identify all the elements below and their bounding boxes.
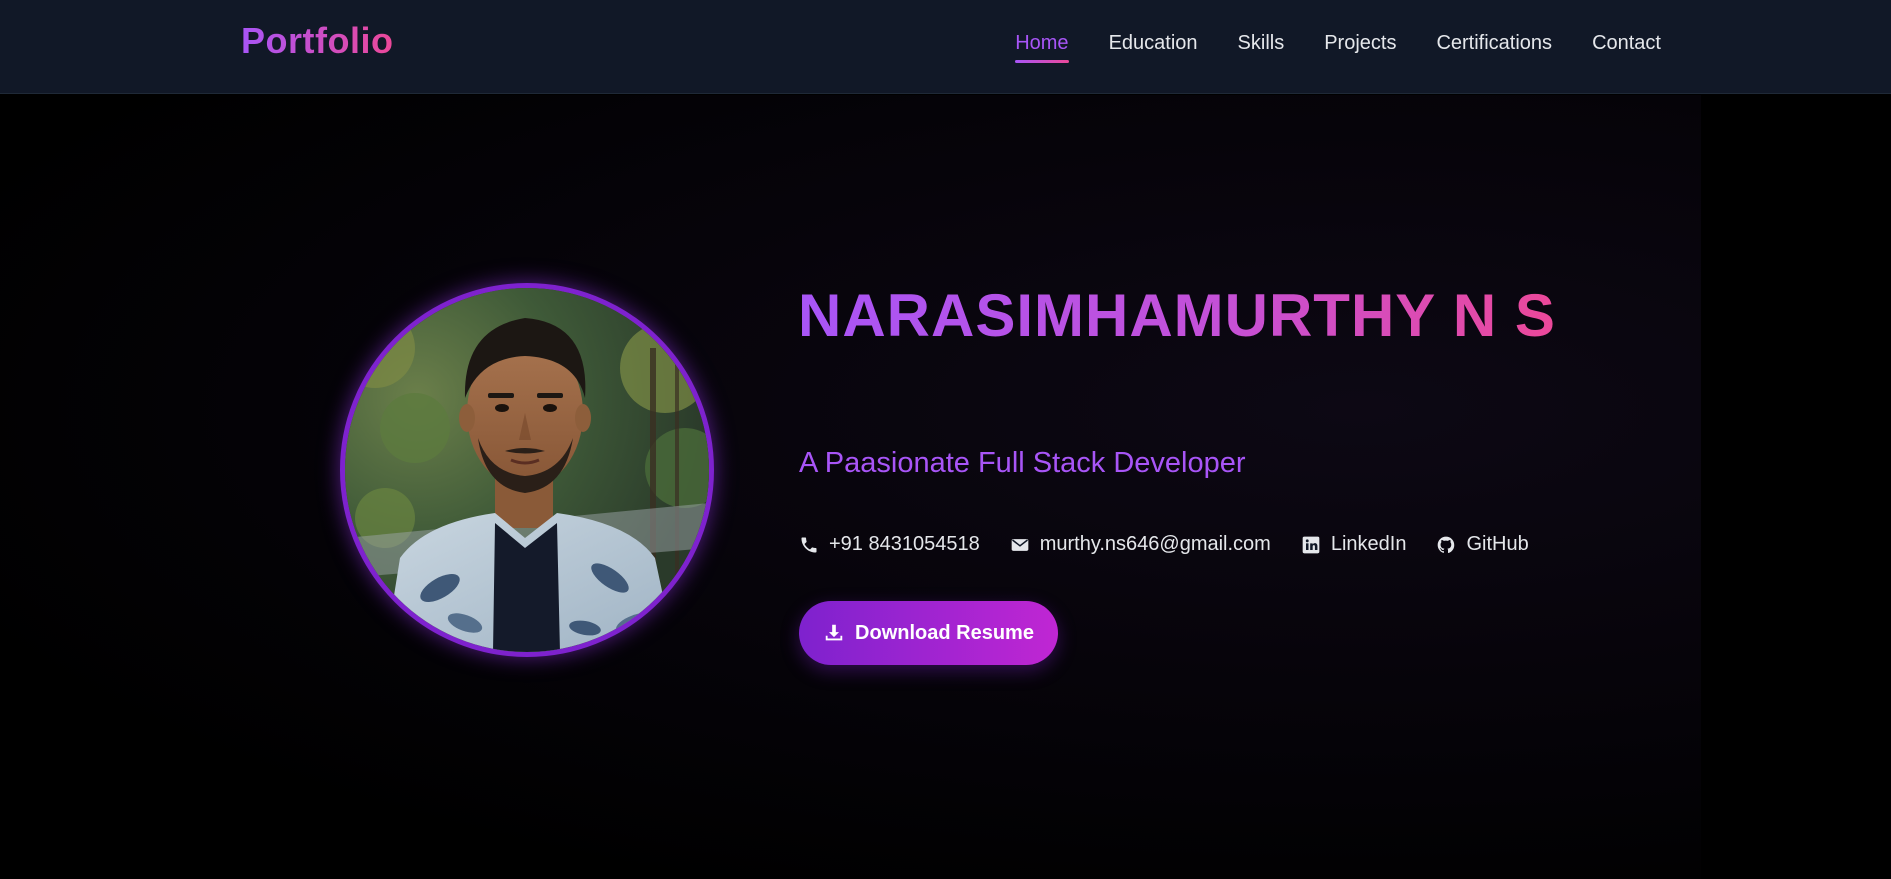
github-link[interactable]: GitHub (1436, 533, 1529, 556)
nav-item-home[interactable]: Home (1015, 32, 1069, 63)
navbar: Portfolio Home Education Skills Projects… (0, 0, 1891, 94)
nav-item-projects[interactable]: Projects (1324, 32, 1396, 63)
github-label: GitHub (1466, 533, 1529, 555)
hero-section (0, 95, 1701, 879)
download-icon (825, 624, 843, 641)
nav-item-contact[interactable]: Contact (1592, 32, 1661, 63)
download-resume-button[interactable]: Download Resume (799, 601, 1058, 665)
email-link[interactable]: murthy.ns646@gmail.com (1010, 533, 1271, 556)
github-icon (1438, 536, 1455, 553)
phone-label: +91 8431054518 (829, 533, 980, 555)
phone-link[interactable]: +91 8431054518 (799, 533, 980, 556)
download-resume-label: Download Resume (855, 621, 1034, 644)
linkedin-label: LinkedIn (1330, 533, 1407, 555)
linkedin-link[interactable]: LinkedIn (1301, 533, 1407, 556)
brand-logo[interactable]: Portfolio (241, 20, 393, 62)
nav-item-skills[interactable]: Skills (1238, 32, 1285, 63)
nav-item-certifications[interactable]: Certifications (1436, 32, 1552, 63)
nav-links: Home Education Skills Projects Certifica… (1015, 32, 1661, 63)
nav-item-education[interactable]: Education (1109, 32, 1198, 63)
hero-right-gutter (1701, 95, 1891, 879)
envelope-icon (1011, 538, 1029, 551)
profile-avatar (340, 283, 714, 657)
linkedin-icon (1302, 536, 1320, 553)
hero-name: NARASIMHAMURTHY N S (798, 280, 1558, 352)
phone-icon (801, 537, 817, 552)
profile-photo (345, 288, 709, 652)
hero-tagline: A Paasionate Full Stack Developer (799, 447, 1246, 479)
email-label: murthy.ns646@gmail.com (1039, 533, 1271, 555)
contact-links: +91 8431054518 murthy.ns646@gmail.com Li… (799, 533, 1529, 556)
